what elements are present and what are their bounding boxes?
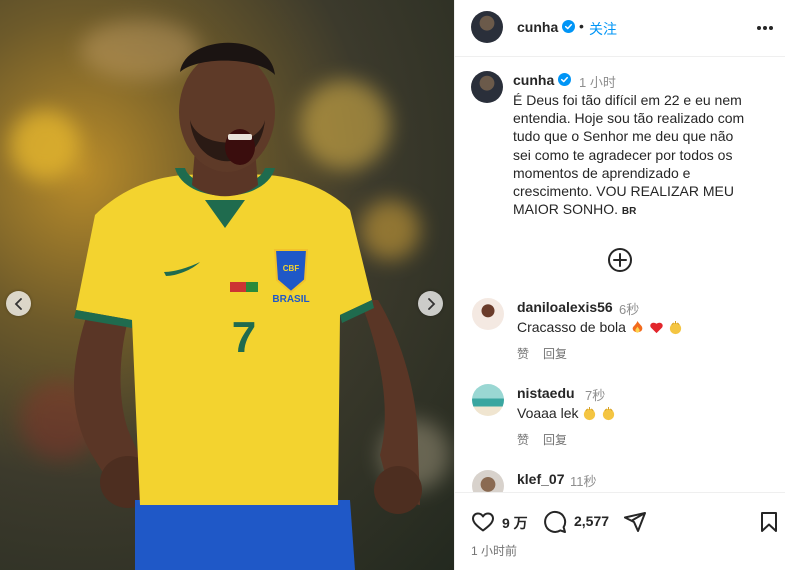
avatar[interactable] bbox=[471, 71, 503, 103]
caption-line: crescimento. VOU REALIZAR MEU bbox=[513, 183, 734, 200]
load-more-comments-button[interactable] bbox=[607, 247, 633, 273]
comment-item: klef_07 11秒 bbox=[455, 470, 785, 492]
comment-username[interactable]: klef_07 bbox=[517, 471, 564, 487]
comment-text: Voaaa lek bbox=[517, 405, 616, 421]
jersey-team-text: BRASIL bbox=[272, 294, 309, 305]
clap-emoji-icon bbox=[603, 406, 615, 421]
avatar[interactable] bbox=[472, 470, 504, 492]
comment-username[interactable]: daniloalexis56 bbox=[517, 299, 613, 315]
post-actions-bar: 9 万 2,577 1 小时前 bbox=[455, 492, 785, 570]
comment-time[interactable]: 7秒 bbox=[585, 385, 605, 404]
comment-actions: 赞回复 bbox=[517, 431, 581, 448]
previous-image-button[interactable] bbox=[6, 291, 31, 316]
caption-text: É Deus foi tão difícil em 22 e eu nem en… bbox=[513, 91, 771, 221]
caption-line: entendia. Hoje sou tão realizado com bbox=[513, 110, 745, 127]
comment-text-body: Cracasso de bola bbox=[517, 319, 626, 335]
comment-text-body: Voaaa lek bbox=[517, 405, 579, 421]
avatar[interactable] bbox=[472, 298, 504, 330]
follow-button[interactable]: 关注 bbox=[589, 19, 617, 39]
post-side-panel: cunha • 关注 cunha 1 小时 É Deus foi tão dif… bbox=[454, 0, 785, 570]
comments-count[interactable]: 2,577 bbox=[574, 513, 609, 529]
fire-emoji-icon bbox=[632, 320, 643, 333]
caption-line: tudo que o Senhor me deu que não bbox=[513, 128, 734, 145]
caption-username[interactable]: cunha bbox=[513, 72, 554, 88]
caption-line: É Deus foi tão difícil em 22 e eu nem bbox=[513, 92, 742, 108]
comment-actions: 赞回复 bbox=[517, 345, 581, 362]
share-icon[interactable] bbox=[623, 510, 647, 534]
comment-username[interactable]: nistaedu bbox=[517, 385, 575, 401]
caption-last-line: MAIOR SONHO. bbox=[513, 201, 619, 218]
comment-text: Cracasso de bola bbox=[517, 319, 683, 335]
post-timestamp[interactable]: 1 小时前 bbox=[471, 542, 517, 559]
avatar[interactable] bbox=[471, 11, 503, 43]
clap-emoji-icon bbox=[584, 406, 596, 421]
chevron-left-icon bbox=[14, 297, 22, 310]
heart-icon[interactable] bbox=[471, 510, 495, 534]
chevron-right-icon bbox=[427, 297, 435, 310]
caption-line: MAIOR SONHO. BR bbox=[513, 200, 771, 221]
caption-line: sei como te agradecer por todos os bbox=[513, 146, 733, 163]
flag-tag: BR bbox=[621, 206, 637, 218]
verified-icon bbox=[562, 20, 575, 33]
jersey-crest-text: CBF bbox=[283, 264, 300, 273]
clap-emoji-icon bbox=[669, 320, 681, 335]
reply-button[interactable]: 回复 bbox=[543, 347, 567, 361]
likes-count[interactable]: 9 万 bbox=[502, 513, 528, 533]
header-username[interactable]: cunha bbox=[517, 19, 558, 35]
verified-icon bbox=[558, 73, 571, 86]
like-comment-button[interactable]: 赞 bbox=[517, 347, 529, 361]
post-header: cunha • 关注 bbox=[455, 0, 785, 57]
like-comment-button[interactable]: 赞 bbox=[517, 433, 529, 447]
more-icon bbox=[757, 26, 761, 30]
heart-emoji-icon bbox=[650, 322, 663, 334]
comment-item: nistaedu 7秒 Voaaa lek 赞回复 bbox=[455, 384, 785, 464]
comment-item: daniloalexis56 6秒 Cracasso de bola 赞回复 bbox=[455, 298, 785, 378]
post-image[interactable]: CBF BRASIL 7 bbox=[0, 0, 454, 570]
jersey-number: 7 bbox=[232, 313, 256, 362]
comment-icon[interactable] bbox=[543, 510, 567, 534]
header-separator: • bbox=[579, 18, 584, 34]
caption-timestamp[interactable]: 1 小时 bbox=[579, 72, 616, 91]
next-image-button[interactable] bbox=[418, 291, 443, 316]
caption-line: momentos de aprendizado e bbox=[513, 164, 691, 181]
more-options-button[interactable] bbox=[755, 18, 775, 38]
player-figure: CBF BRASIL 7 bbox=[73, 42, 422, 570]
comment-time[interactable]: 11秒 bbox=[570, 471, 597, 490]
comment-time[interactable]: 6秒 bbox=[619, 299, 639, 318]
avatar[interactable] bbox=[472, 384, 504, 416]
reply-button[interactable]: 回复 bbox=[543, 433, 567, 447]
bookmark-icon[interactable] bbox=[757, 510, 781, 534]
